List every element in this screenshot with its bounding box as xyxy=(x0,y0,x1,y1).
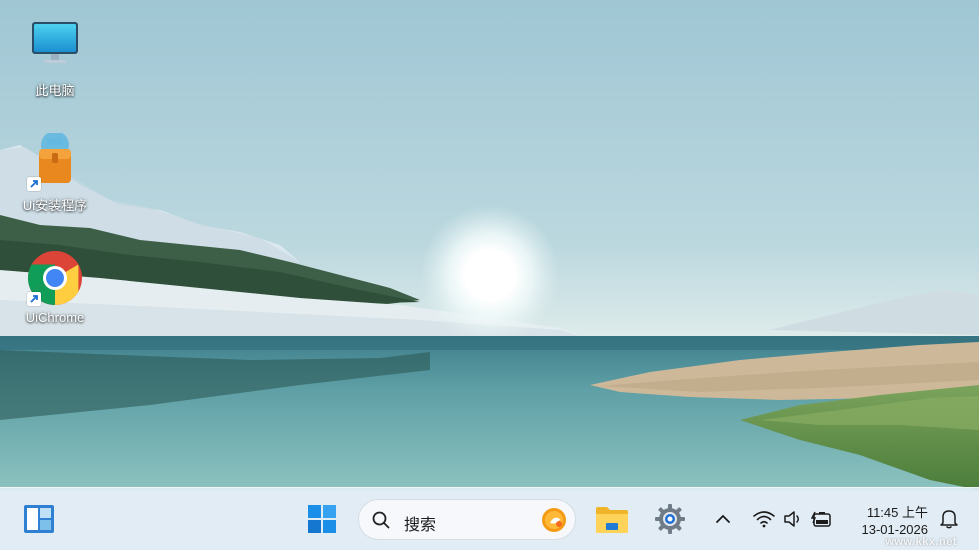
desktop-icon-label: Ui安装程序 xyxy=(22,198,88,213)
clock-time[interactable]: 11:45 上午 xyxy=(867,502,928,521)
watermark-text: www.kkx.net xyxy=(885,536,957,548)
search-highlight-icon[interactable] xyxy=(541,507,567,533)
taskbar-search-box[interactable]: 搜索 xyxy=(358,499,576,540)
search-label: 搜索 xyxy=(404,517,437,534)
desktop-icon-label: 此电脑 xyxy=(35,83,75,98)
desktop: 此电脑 Ui安装程序 UiChrome 搜索 11:45 上午 13-01-20… xyxy=(0,0,979,550)
tray-quick-settings[interactable] xyxy=(748,502,838,536)
taskbar-settings[interactable] xyxy=(650,500,690,538)
windows-start-icon xyxy=(308,505,336,533)
folder-icon xyxy=(596,507,628,533)
bell-icon xyxy=(940,510,958,529)
desktop-icon-label: UiChrome xyxy=(25,310,85,325)
this-pc-icon xyxy=(25,18,85,78)
notification-button[interactable] xyxy=(936,504,962,534)
taskbar: 搜索 11:45 上午 13-01-2026 www.kkx.net xyxy=(0,487,979,550)
tray-overflow-button[interactable] xyxy=(710,504,736,534)
widgets-icon xyxy=(24,505,54,533)
chrome-icon xyxy=(25,248,85,308)
start-button[interactable] xyxy=(303,500,341,538)
chevron-up-icon xyxy=(716,514,730,523)
desktop-icon-this-pc[interactable]: 此电脑 xyxy=(13,18,97,99)
gear-icon xyxy=(655,504,685,534)
installer-icon xyxy=(25,131,85,193)
battery-charging-icon xyxy=(811,511,831,527)
shortcut-arrow-icon xyxy=(27,177,41,191)
search-icon xyxy=(372,511,390,529)
wallpaper xyxy=(0,0,979,550)
widgets-button[interactable] xyxy=(20,500,58,538)
desktop-icon-ui-installer[interactable]: Ui安装程序 xyxy=(13,131,97,214)
shortcut-arrow-icon xyxy=(27,292,41,306)
speaker-icon xyxy=(784,511,799,527)
taskbar-file-explorer[interactable] xyxy=(592,500,632,538)
clock-date[interactable]: 13-01-2026 xyxy=(862,522,929,537)
desktop-icon-uichrome[interactable]: UiChrome xyxy=(13,248,97,325)
wifi-icon xyxy=(753,511,775,528)
